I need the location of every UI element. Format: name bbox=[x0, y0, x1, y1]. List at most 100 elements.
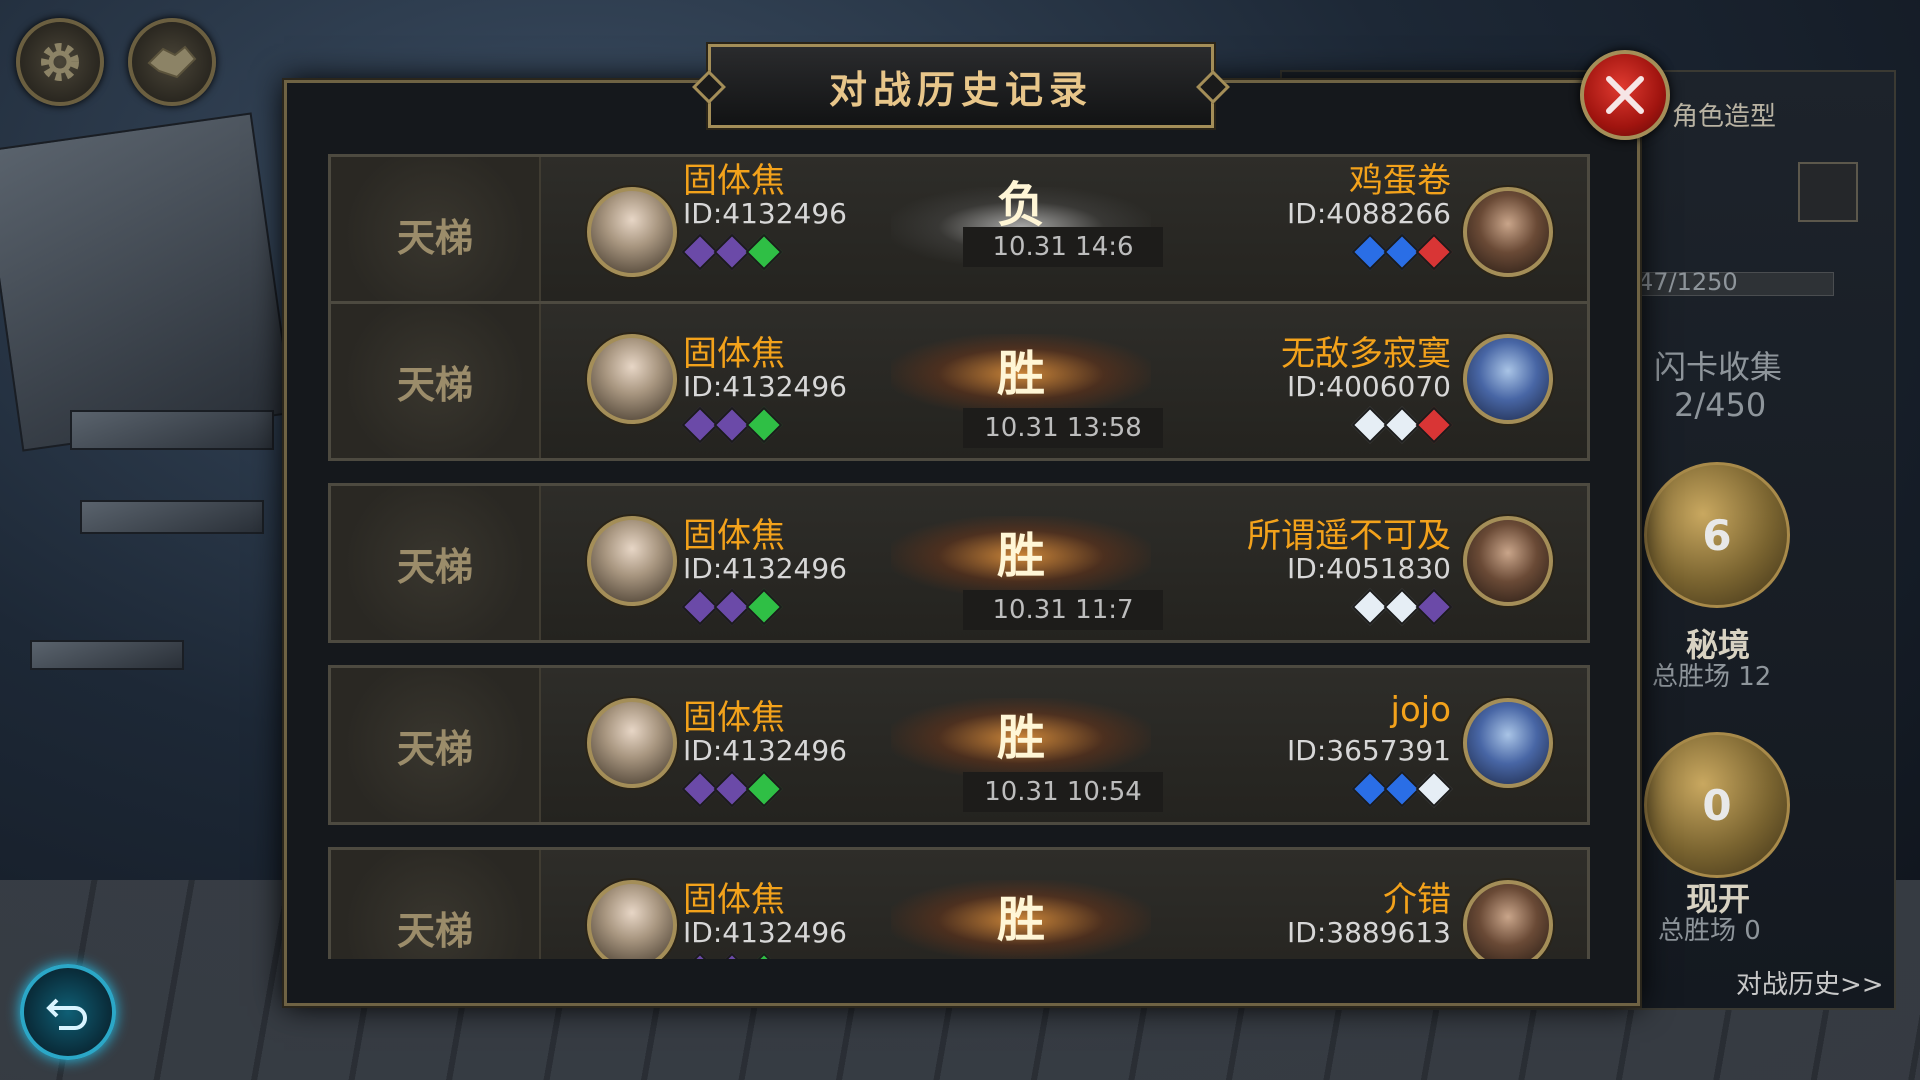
opponent-name: jojo bbox=[1390, 690, 1452, 730]
background-rock bbox=[30, 640, 184, 670]
player-id: ID:4132496 bbox=[683, 916, 847, 949]
purple-gem-icon bbox=[681, 952, 719, 959]
player-avatar[interactable] bbox=[587, 516, 677, 606]
match-mode: 天梯 bbox=[396, 361, 473, 407]
player-gems bbox=[681, 406, 783, 444]
match-mode-cell: 天梯 bbox=[331, 157, 541, 311]
live-open-count: 0 bbox=[1702, 780, 1732, 830]
match-mode: 天梯 bbox=[396, 725, 473, 771]
opponent-gems bbox=[1351, 233, 1453, 271]
live-open-wins: 总胜场 0 bbox=[1658, 916, 1761, 946]
opponent-name: 无敌多寂寞 bbox=[1281, 334, 1451, 374]
match-result: 胜 bbox=[996, 892, 1045, 948]
player-avatar[interactable] bbox=[587, 698, 677, 788]
background-rock bbox=[70, 410, 274, 450]
background-rock bbox=[80, 500, 264, 534]
opponent-id: ID:4051830 bbox=[1287, 552, 1451, 585]
match-time: 10.31 13:58 bbox=[963, 408, 1163, 448]
close-button[interactable] bbox=[1580, 50, 1670, 140]
match-history-list[interactable]: 天梯 固体焦 ID:4132496 负 10.31 14:6 鸡蛋卷 ID:40… bbox=[322, 154, 1598, 959]
live-open-emblem[interactable]: 0 bbox=[1644, 732, 1790, 878]
player-id: ID:4132496 bbox=[683, 734, 847, 767]
player-id: ID:4132496 bbox=[683, 552, 847, 585]
player-name: 固体焦 bbox=[683, 516, 785, 556]
opponent-gems bbox=[1351, 770, 1453, 808]
red-gem-icon bbox=[1415, 406, 1453, 444]
opponent-id: ID:4088266 bbox=[1287, 197, 1451, 230]
skin-frame-icon[interactable] bbox=[1798, 162, 1858, 222]
match-row[interactable]: 天梯 固体焦 ID:4132496 负 10.31 14:6 鸡蛋卷 ID:40… bbox=[328, 154, 1590, 314]
battle-history-link[interactable]: 对战历史>> bbox=[1736, 964, 1884, 1001]
dialog-title-plate: 对战历史记录 bbox=[692, 44, 1230, 128]
match-mode: 天梯 bbox=[396, 907, 473, 953]
opponent-name: 介错 bbox=[1383, 880, 1451, 920]
green-gem-icon bbox=[745, 770, 783, 808]
player-gems bbox=[681, 233, 783, 271]
green-gem-icon bbox=[745, 588, 783, 626]
opponent-gems bbox=[1351, 588, 1453, 626]
purple-gem-icon bbox=[1415, 588, 1453, 626]
player-gems bbox=[681, 588, 783, 626]
player-name: 固体焦 bbox=[683, 880, 785, 920]
green-gem-icon bbox=[745, 952, 783, 959]
background-rock bbox=[0, 112, 294, 452]
opponent-avatar[interactable] bbox=[1463, 698, 1553, 788]
player-id: ID:4132496 bbox=[683, 197, 847, 230]
opponent-name: 鸡蛋卷 bbox=[1349, 161, 1451, 201]
match-mode-cell: 天梯 bbox=[331, 850, 541, 959]
match-time: 10.31 10:54 bbox=[963, 772, 1163, 812]
flash-card-label: 闪卡收集 bbox=[1654, 348, 1783, 386]
match-mode: 天梯 bbox=[396, 214, 473, 260]
match-mode-cell: 天梯 bbox=[331, 668, 541, 822]
match-result: 胜 bbox=[996, 346, 1045, 402]
player-id: ID:4132496 bbox=[683, 370, 847, 403]
dialog-title: 对战历史记录 bbox=[828, 66, 1093, 112]
red-gem-icon bbox=[1415, 233, 1453, 271]
player-avatar[interactable] bbox=[587, 334, 677, 424]
match-row[interactable]: 天梯 固体焦 ID:4132496 胜 介错 ID:3889613 bbox=[328, 847, 1590, 959]
green-gem-icon bbox=[745, 406, 783, 444]
secret-realm-wins: 总胜场 12 bbox=[1652, 662, 1772, 692]
match-result: 胜 bbox=[996, 528, 1045, 584]
gear-icon bbox=[41, 43, 79, 81]
progress-text: 47/1250 bbox=[1638, 268, 1738, 296]
opponent-id: ID:3889613 bbox=[1287, 916, 1451, 949]
match-row[interactable]: 天梯 固体焦 ID:4132496 胜 10.31 11:7 所谓遥不可及 ID… bbox=[328, 483, 1590, 643]
flash-card-count: 2/450 bbox=[1674, 386, 1767, 424]
match-row[interactable]: 天梯 固体焦 ID:4132496 胜 10.31 13:58 无敌多寂寞 ID… bbox=[328, 301, 1590, 461]
back-button[interactable] bbox=[20, 964, 116, 1060]
opponent-id: ID:4006070 bbox=[1287, 370, 1451, 403]
match-time: 10.31 11:7 bbox=[963, 590, 1163, 630]
return-arrow-icon bbox=[46, 998, 87, 1030]
green-gem-icon bbox=[745, 233, 783, 271]
tab-character-skin[interactable]: 角色造型 bbox=[1672, 96, 1776, 133]
player-gems bbox=[681, 952, 783, 959]
settings-button[interactable] bbox=[16, 18, 104, 106]
opponent-name: 所谓遥不可及 bbox=[1247, 516, 1451, 556]
match-time: 10.31 14:6 bbox=[963, 227, 1163, 267]
player-name: 固体焦 bbox=[683, 698, 785, 738]
opponent-gems bbox=[1351, 406, 1453, 444]
player-gems bbox=[681, 770, 783, 808]
handshake-button[interactable] bbox=[128, 18, 216, 106]
opponent-avatar[interactable] bbox=[1463, 187, 1553, 277]
player-avatar[interactable] bbox=[587, 880, 677, 959]
opponent-avatar[interactable] bbox=[1463, 516, 1553, 606]
opponent-avatar[interactable] bbox=[1463, 334, 1553, 424]
opponent-avatar[interactable] bbox=[1463, 880, 1553, 959]
opponent-id: ID:3657391 bbox=[1287, 734, 1451, 767]
white-gem-icon bbox=[1415, 770, 1453, 808]
player-name: 固体焦 bbox=[683, 161, 785, 201]
player-name: 固体焦 bbox=[683, 334, 785, 374]
handshake-icon bbox=[147, 45, 197, 79]
purple-gem-icon bbox=[713, 952, 751, 959]
player-avatar[interactable] bbox=[587, 187, 677, 277]
match-result: 胜 bbox=[996, 710, 1045, 766]
match-mode: 天梯 bbox=[396, 543, 473, 589]
secret-realm-count: 6 bbox=[1702, 510, 1732, 560]
match-mode-cell: 天梯 bbox=[331, 304, 541, 458]
match-mode-cell: 天梯 bbox=[331, 486, 541, 640]
match-row[interactable]: 天梯 固体焦 ID:4132496 胜 10.31 10:54 jojo ID:… bbox=[328, 665, 1590, 825]
secret-realm-emblem[interactable]: 6 bbox=[1644, 462, 1790, 608]
close-icon bbox=[1606, 76, 1644, 114]
